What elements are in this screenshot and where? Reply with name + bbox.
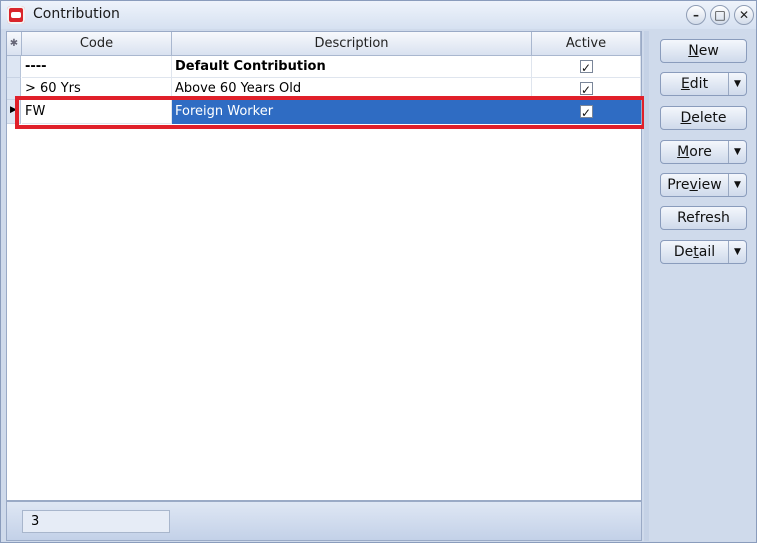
delete-button[interactable]: Delete	[660, 106, 747, 130]
window-title: Contribution	[33, 6, 120, 22]
title-bar: Contribution – □ ✕	[1, 1, 756, 29]
record-count: 3	[22, 510, 170, 533]
current-row-indicator[interactable]: ▶	[7, 100, 21, 124]
more-button[interactable]: More ▼	[660, 140, 747, 164]
edit-dropdown-icon[interactable]: ▼	[728, 73, 746, 95]
cell-code[interactable]: ----	[22, 56, 172, 78]
cell-active[interactable]	[532, 78, 641, 100]
minimize-button[interactable]: –	[686, 5, 706, 25]
column-header-active[interactable]: Active	[532, 32, 641, 56]
preview-button[interactable]: Preview ▼	[660, 173, 747, 197]
cell-active[interactable]	[532, 56, 641, 78]
close-button[interactable]: ✕	[734, 5, 754, 25]
grid-corner-icon: ✱	[7, 32, 22, 56]
contribution-grid[interactable]: ✱ Code Description Active ---- Default C…	[6, 31, 642, 501]
refresh-button[interactable]: Refresh	[660, 206, 747, 230]
detail-dropdown-icon[interactable]: ▼	[728, 241, 746, 263]
cell-description[interactable]: Foreign Worker	[172, 100, 532, 124]
panel-splitter[interactable]	[644, 31, 649, 541]
new-button[interactable]: New	[660, 39, 747, 63]
grid-footer: 3	[6, 501, 642, 541]
contribution-window: Contribution – □ ✕ ✱ Code Description Ac…	[0, 0, 757, 543]
cell-code-editing[interactable]: FW	[22, 100, 172, 124]
active-checkbox[interactable]	[580, 57, 593, 77]
edit-button[interactable]: Edit ▼	[660, 72, 747, 96]
active-checkbox[interactable]	[580, 79, 593, 99]
detail-button[interactable]: Detail ▼	[660, 240, 747, 264]
row-indicator[interactable]	[7, 56, 21, 78]
active-checkbox[interactable]	[580, 102, 593, 123]
cell-active[interactable]	[532, 100, 641, 124]
column-header-code[interactable]: Code	[22, 32, 172, 56]
app-logo-icon	[7, 6, 25, 24]
cell-code[interactable]: > 60 Yrs	[22, 78, 172, 100]
maximize-button[interactable]: □	[710, 5, 730, 25]
row-indicator[interactable]	[7, 78, 21, 100]
cell-description[interactable]: Above 60 Years Old	[172, 78, 532, 100]
cell-description[interactable]: Default Contribution	[172, 56, 532, 78]
preview-dropdown-icon[interactable]: ▼	[728, 174, 746, 196]
more-dropdown-icon[interactable]: ▼	[728, 141, 746, 163]
column-header-description[interactable]: Description	[172, 32, 532, 56]
row-pointer-icon: ▶	[10, 105, 17, 115]
